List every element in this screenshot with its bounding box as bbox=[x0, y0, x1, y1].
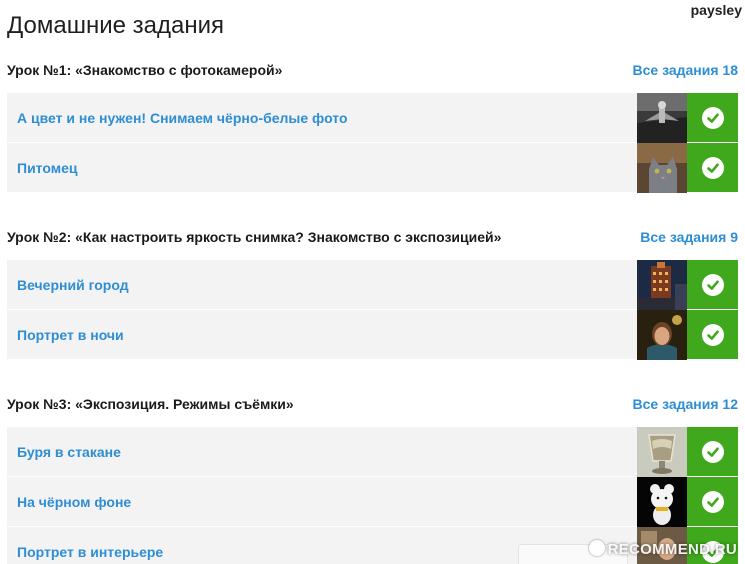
lesson-header: Урок №3: «Экспозиция. Режимы съёмки» Все… bbox=[7, 394, 738, 414]
toy-photo-thumbnail[interactable] bbox=[637, 477, 687, 527]
task-link[interactable]: Портрет в ночи bbox=[7, 310, 637, 359]
task-row: Вечерний город bbox=[7, 260, 738, 310]
lesson-3: Урок №3: «Экспозиция. Режимы съёмки» Все… bbox=[7, 394, 738, 564]
check-icon bbox=[701, 273, 724, 296]
watermark-text: RECOMMEND.RU bbox=[607, 541, 737, 558]
city-photo-thumbnail[interactable] bbox=[637, 260, 687, 310]
status-accepted bbox=[687, 143, 738, 192]
lesson-title: Урок №3: «Экспозиция. Режимы съёмки» bbox=[7, 396, 294, 412]
lesson-title: Урок №2: «Как настроить яркость снимка? … bbox=[7, 229, 502, 245]
task-row: Питомец bbox=[7, 143, 738, 193]
username[interactable]: paysley bbox=[691, 2, 742, 18]
status-accepted bbox=[687, 260, 738, 309]
lesson-header: Урок №2: «Как настроить яркость снимка? … bbox=[7, 227, 738, 247]
task-link[interactable]: Буря в стакане bbox=[7, 427, 637, 476]
task-link[interactable]: На чёрном фоне bbox=[7, 477, 637, 526]
site-watermark: RECOMMEND.RU bbox=[588, 540, 737, 558]
status-accepted bbox=[687, 427, 738, 476]
cat-photo-thumbnail[interactable] bbox=[637, 143, 687, 193]
all-tasks-link[interactable]: Все задания 9 bbox=[640, 229, 738, 245]
status-accepted bbox=[687, 93, 738, 142]
check-icon bbox=[701, 323, 724, 346]
task-link[interactable]: Вечерний город bbox=[7, 260, 637, 309]
check-icon bbox=[701, 106, 724, 129]
status-accepted bbox=[687, 310, 738, 359]
check-icon bbox=[701, 156, 724, 179]
check-icon bbox=[701, 440, 724, 463]
all-tasks-link[interactable]: Все задания 12 bbox=[633, 396, 739, 412]
task-row: Буря в стакане bbox=[7, 427, 738, 477]
lesson-title: Урок №1: «Знакомство с фотокамерой» bbox=[7, 62, 283, 78]
status-accepted bbox=[687, 477, 738, 526]
task-row: На чёрном фоне bbox=[7, 477, 738, 527]
task-link[interactable]: Питомец bbox=[7, 143, 637, 192]
task-row: А цвет и не нужен! Снимаем чёрно-белые ф… bbox=[7, 93, 738, 143]
portrait-photo-thumbnail[interactable] bbox=[637, 310, 687, 360]
task-row: Портрет в ночи bbox=[7, 310, 738, 360]
all-tasks-link[interactable]: Все задания 18 bbox=[633, 62, 739, 78]
recommend-logo-icon bbox=[588, 540, 605, 556]
lesson-1: Урок №1: «Знакомство с фотокамерой» Все … bbox=[7, 60, 738, 193]
bw-photo-thumbnail[interactable] bbox=[637, 93, 687, 143]
lesson-2: Урок №2: «Как настроить яркость снимка? … bbox=[7, 227, 738, 360]
page-title: Домашние задания bbox=[7, 12, 225, 39]
check-icon bbox=[701, 490, 724, 513]
lesson-header: Урок №1: «Знакомство с фотокамерой» Все … bbox=[7, 60, 738, 80]
task-link[interactable]: А цвет и не нужен! Снимаем чёрно-белые ф… bbox=[7, 93, 637, 142]
glass-photo-thumbnail[interactable] bbox=[637, 427, 687, 477]
